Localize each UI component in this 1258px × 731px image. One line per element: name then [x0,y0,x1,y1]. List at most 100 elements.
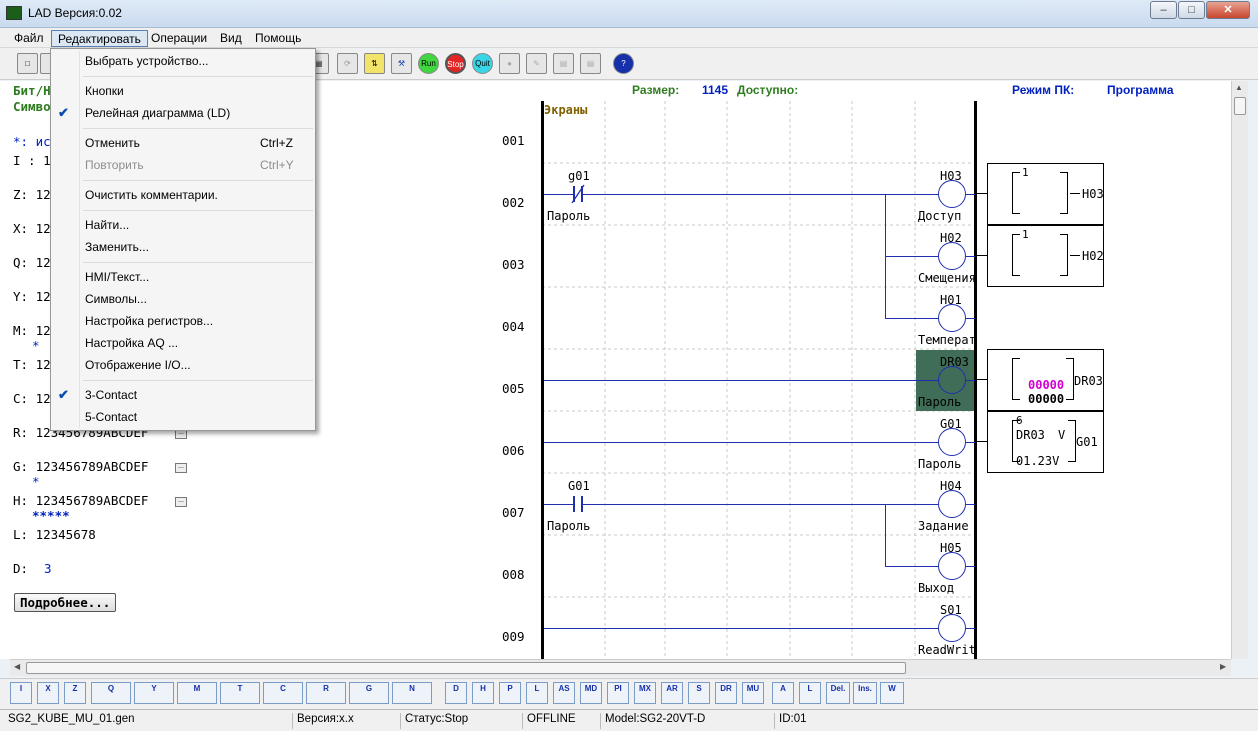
instruction-button-a[interactable]: A [772,682,794,704]
contact-G01-left[interactable] [573,496,575,512]
menu-item-найти[interactable]: Найти... [85,218,129,232]
details-button[interactable]: Подробнее... [14,593,117,612]
fb-value-magenta: 00000 [1028,378,1065,392]
tools-icon[interactable]: ⚒ [391,53,412,74]
coil[interactable] [938,180,966,208]
menu-help[interactable]: Помощь [249,30,307,47]
wire [977,441,987,442]
instruction-button-t[interactable]: T [220,682,260,704]
row-h-details-button[interactable]: ... [175,497,187,507]
menu-item-5-contact[interactable]: 5-Contact [85,410,137,424]
scroll-thumb[interactable] [1234,97,1246,115]
function-block[interactable]: 6 DR03 V 01.23V G01 [987,411,1104,473]
instruction-button-ar[interactable]: AR [661,682,683,704]
wire [977,193,987,194]
transfer-icon[interactable]: ⇅ [364,53,385,74]
ladder-diagram[interactable]: Размер: 1145 Доступно: Режим ПК: Програм… [497,81,1231,659]
menu-item-выбрать-устройство[interactable]: Выбрать устройство... [85,54,209,68]
scroll-up-icon[interactable]: ▲ [1235,83,1243,92]
menu-operations[interactable]: Операции [145,30,213,47]
coil-label: Смещения [918,271,976,285]
instruction-button-d[interactable]: D [445,682,467,704]
instruction-button-md[interactable]: MD [580,682,602,704]
help-icon[interactable]: ? [613,53,634,74]
instruction-button-g[interactable]: G [349,682,389,704]
menu-item-очистить-комментарии[interactable]: Очистить комментарии. [85,188,218,202]
disabled-read-icon[interactable]: ▤ [553,53,574,74]
menu-item-кнопки[interactable]: Кнопки [85,84,124,98]
ladder-grid [542,101,975,659]
menu-item-отменить[interactable]: Отменить [85,136,140,150]
bracket-right [1066,358,1074,400]
menu-item-hmi-текст[interactable]: HMI/Текст... [85,270,149,284]
maximize-button[interactable]: □ [1178,1,1205,19]
instruction-button-l[interactable]: L [799,682,821,704]
coil[interactable] [938,428,966,456]
scroll-right-icon[interactable]: ▶ [1220,662,1226,671]
menu-item-повторить[interactable]: Повторить [85,158,144,172]
instruction-button-w[interactable]: W [880,682,904,704]
coil[interactable] [938,490,966,518]
quit-button[interactable]: Quit [472,53,493,74]
instruction-button-l[interactable]: L [526,682,548,704]
menu-shortcut: Ctrl+Z [260,136,293,150]
instruction-button-pi[interactable]: PI [607,682,629,704]
menu-item-символы[interactable]: Символы... [85,292,147,306]
function-block[interactable]: 1 H02 [987,225,1104,287]
menu-item-настройка-aq[interactable]: Настройка AQ ... [85,336,178,350]
minimize-button[interactable]: – [1150,1,1177,19]
wire [977,379,987,380]
instruction-button-del[interactable]: Del. [826,682,850,704]
instruction-button-p[interactable]: P [499,682,521,704]
coil-id: H02 [940,231,962,245]
instruction-button-n[interactable]: N [392,682,432,704]
menu-item-релейная-диаграмма-ld[interactable]: Релейная диаграмма (LD) [85,106,230,120]
run-button[interactable]: Run [418,53,439,74]
row-g-details-button[interactable]: ... [175,463,187,473]
menu-file[interactable]: Файл [8,30,50,47]
function-block[interactable]: 1 H03 [987,163,1104,225]
menu-edit[interactable]: Редактировать [51,30,148,47]
instruction-button-i[interactable]: I [10,682,32,704]
instruction-button-x[interactable]: X [37,682,59,704]
disabled-write-icon[interactable]: ▤ [580,53,601,74]
function-block[interactable]: 00000 00000 DR03 [987,349,1104,411]
instruction-button-mx[interactable]: MX [634,682,656,704]
instruction-button-r[interactable]: R [306,682,346,704]
disabled-simulate-icon[interactable]: ✎ [526,53,547,74]
coil[interactable] [938,614,966,642]
contact-G01-right[interactable] [581,496,583,512]
menu-view[interactable]: Вид [214,30,248,47]
instruction-button-y[interactable]: Y [134,682,174,704]
menu-item-настройка-регистров[interactable]: Настройка регистров... [85,314,213,328]
window-title: LAD Версия:0.02 [28,6,122,20]
menu-item-3-contact[interactable]: 3-Contact [85,388,137,402]
coil[interactable] [938,304,966,332]
menu-item-отображение-i-o[interactable]: Отображение I/O... [85,358,191,372]
vertical-scrollbar[interactable]: ▲ [1231,81,1248,659]
menu-item-заменить[interactable]: Заменить... [85,240,149,254]
bracket-right [1060,234,1068,276]
scroll-left-icon[interactable]: ◀ [14,662,20,671]
instruction-button-as[interactable]: AS [553,682,575,704]
scroll-thumb[interactable] [26,662,906,674]
disabled-circle-icon[interactable]: ● [499,53,520,74]
coil[interactable] [938,366,966,394]
coil[interactable] [938,552,966,580]
app-icon [6,6,22,20]
horizontal-scrollbar[interactable]: ◀ ▶ [10,659,1231,676]
instruction-button-m[interactable]: M [177,682,217,704]
instruction-button-h[interactable]: H [472,682,494,704]
instruction-button-s[interactable]: S [688,682,710,704]
new-file-icon[interactable]: □ [17,53,38,74]
coil[interactable] [938,242,966,270]
instruction-button-q[interactable]: Q [91,682,131,704]
refresh-icon[interactable]: ⟳ [337,53,358,74]
instruction-button-z[interactable]: Z [64,682,86,704]
instruction-button-mu[interactable]: MU [742,682,764,704]
instruction-button-ins[interactable]: Ins. [853,682,877,704]
instruction-button-dr[interactable]: DR [715,682,737,704]
close-button[interactable]: ✕ [1206,1,1250,19]
instruction-button-c[interactable]: C [263,682,303,704]
stop-button[interactable]: Stop [445,53,466,74]
